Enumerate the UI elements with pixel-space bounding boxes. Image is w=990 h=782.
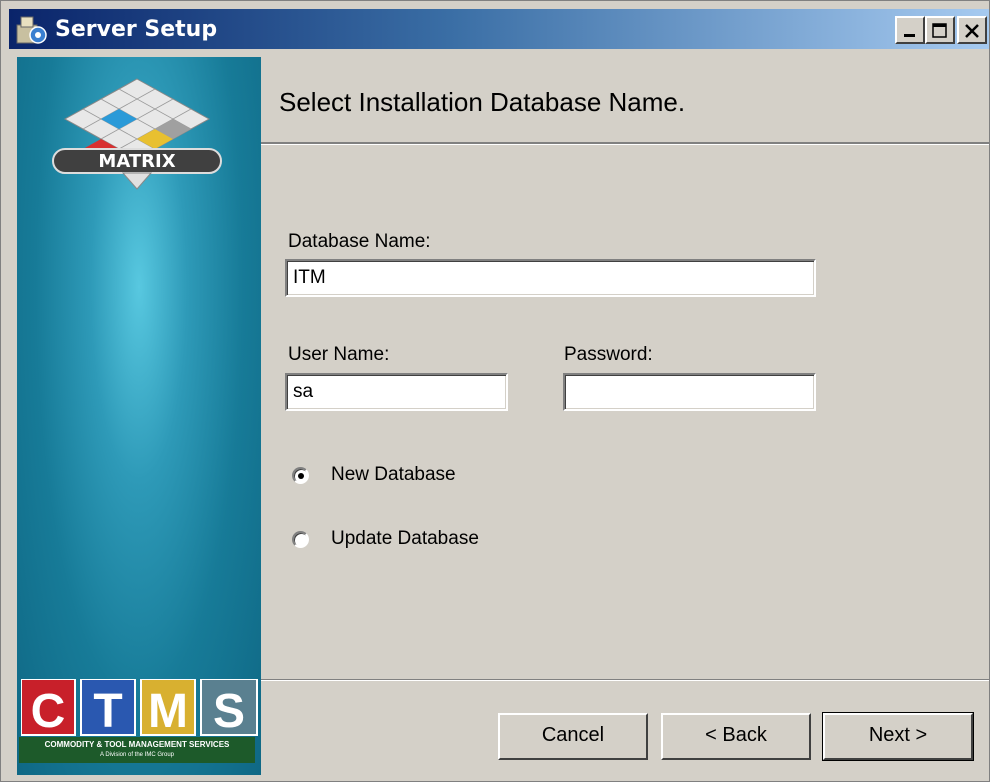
update-database-label[interactable]: Update Database (331, 528, 479, 550)
ctms-letter-t: T (93, 685, 122, 738)
next-button[interactable]: Next > (822, 712, 974, 761)
ctms-tagline: COMMODITY & TOOL MANAGEMENT SERVICES A D… (19, 737, 255, 763)
ctms-letter-s: S (213, 685, 245, 738)
page-title: Select Installation Database Name. (279, 87, 686, 117)
update-database-radio[interactable] (292, 531, 309, 548)
cancel-button[interactable]: Cancel (498, 713, 648, 760)
password-label: Password: (564, 344, 653, 365)
window-title: Server Setup (55, 17, 218, 42)
close-icon (965, 24, 979, 38)
new-database-radio[interactable] (292, 467, 309, 484)
radio-selected-dot (298, 473, 304, 479)
maximize-icon (932, 23, 947, 38)
close-button[interactable] (957, 16, 987, 44)
ctms-letter-c: C (31, 685, 66, 738)
user-name-label: User Name: (288, 344, 390, 365)
setup-app-icon (16, 16, 47, 44)
minimize-icon (904, 34, 915, 37)
ctms-letter-m: M (148, 685, 188, 738)
database-name-label: Database Name: (288, 231, 431, 252)
server-setup-window: Server Setup MATRIX C T M S COMMODITY & … (0, 0, 990, 782)
title-bar[interactable]: Server Setup (9, 9, 989, 49)
setup-banner: MATRIX C T M S COMMODITY & TOOL MANAGEME… (17, 57, 261, 775)
password-input[interactable] (563, 373, 816, 411)
back-button[interactable]: < Back (661, 713, 811, 760)
matrix-logo: MATRIX (52, 78, 222, 190)
wizard-header: Select Installation Database Name. (261, 57, 989, 145)
header-divider (261, 142, 989, 145)
minimize-button[interactable] (895, 16, 925, 44)
new-database-label[interactable]: New Database (331, 464, 456, 486)
database-name-input[interactable] (285, 259, 816, 297)
footer-divider (261, 679, 989, 681)
ctms-tagline-text: COMMODITY & TOOL MANAGEMENT SERVICES (44, 740, 230, 749)
ctms-subtagline-text: A Division of the IMC Group (99, 752, 175, 758)
maximize-button[interactable] (925, 16, 955, 44)
user-name-input[interactable] (285, 373, 508, 411)
matrix-logo-text: MATRIX (98, 151, 175, 172)
